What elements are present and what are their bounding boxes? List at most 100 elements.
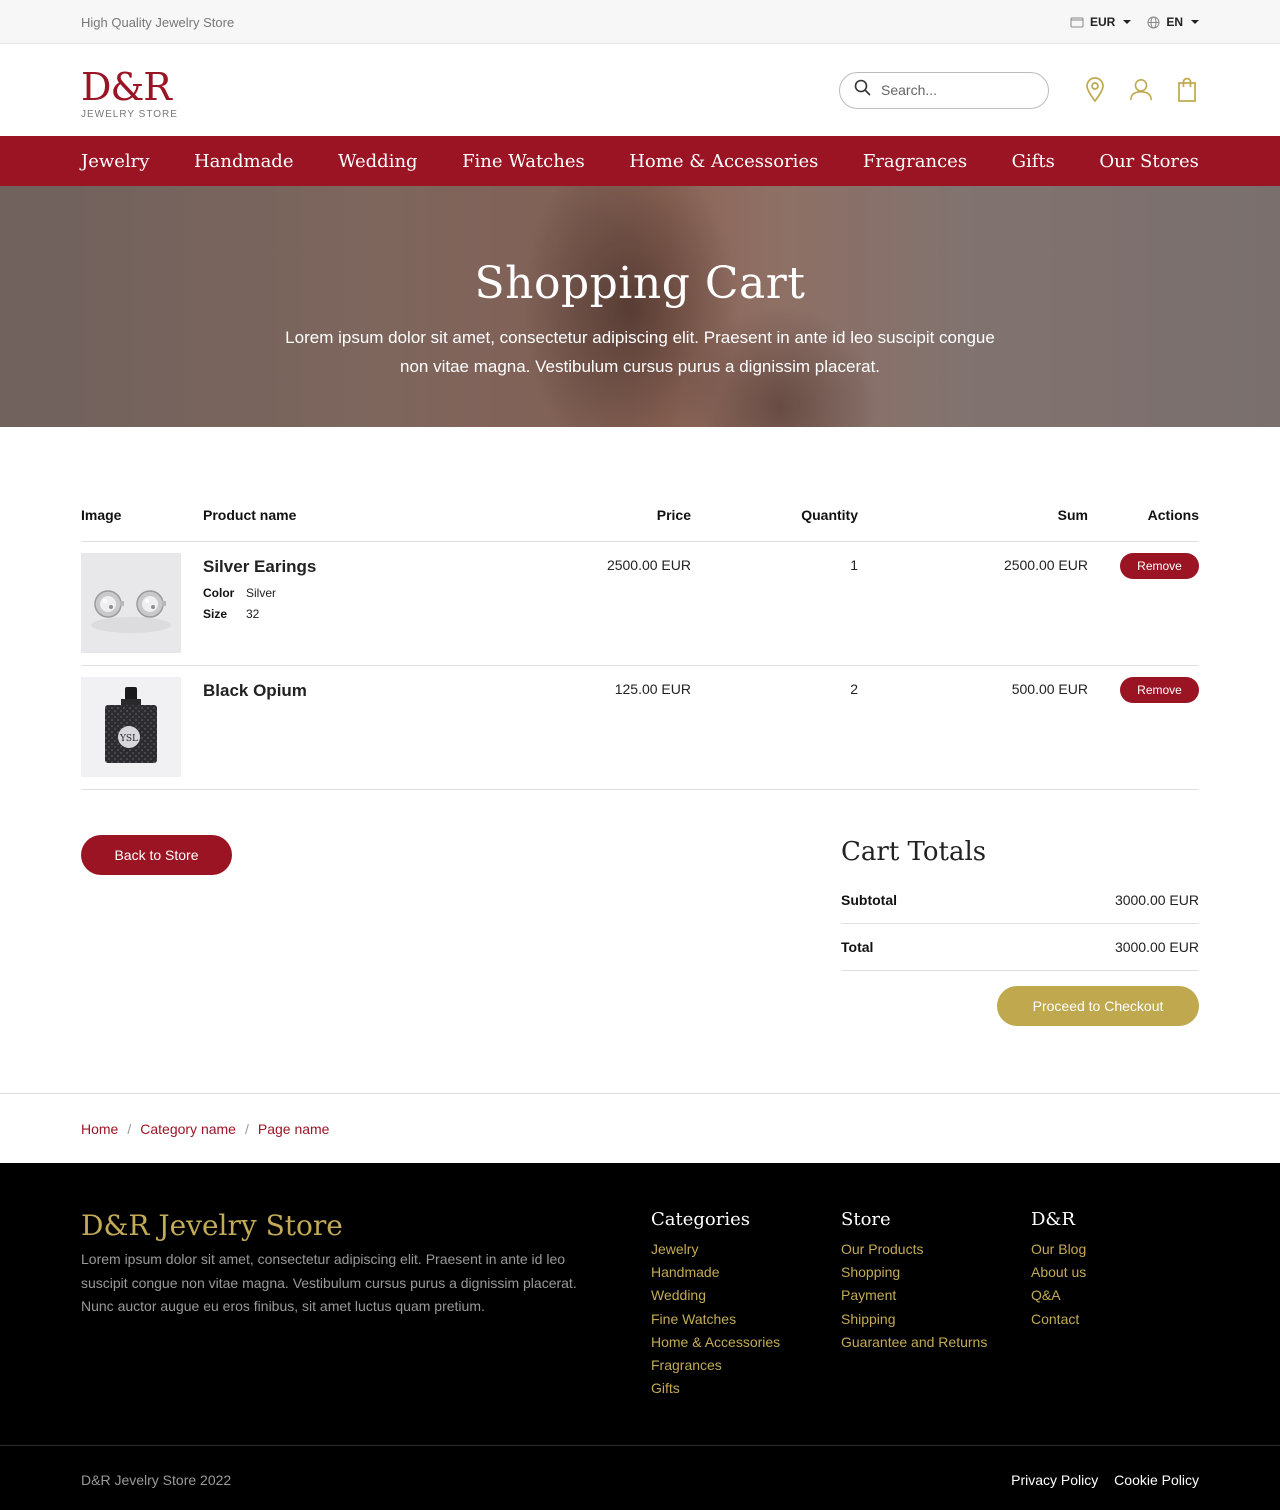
table-row: Silver Earings Color Silver Size 32 2500… bbox=[81, 542, 1199, 666]
footer-link[interactable]: About us bbox=[1031, 1261, 1199, 1284]
product-image-perfume[interactable]: YSL bbox=[81, 677, 181, 777]
hero-text: Lorem ipsum dolor sit amet, consectetur … bbox=[285, 328, 995, 376]
cart-totals-title: Cart Totals bbox=[841, 837, 987, 867]
cart-totals: Cart Totals Subtotal 3000.00 EUR Total 3… bbox=[841, 835, 1199, 1026]
currency-value: EUR bbox=[1089, 15, 1116, 29]
currency-selector[interactable]: EUR bbox=[1070, 15, 1132, 29]
subtotal-label: Subtotal bbox=[841, 892, 897, 908]
product-price: 125.00 EUR bbox=[614, 681, 691, 697]
store-logo[interactable]: D&R JEWELRY STORE bbox=[81, 61, 178, 120]
total-value: 3000.00 EUR bbox=[1114, 939, 1199, 955]
nav-item-gifts[interactable]: Gifts bbox=[1012, 151, 1055, 172]
nav-item-handmade[interactable]: Handmade bbox=[194, 151, 294, 172]
footer-column-title: Categories bbox=[651, 1209, 750, 1230]
shopping-bag-icon[interactable] bbox=[1175, 76, 1199, 104]
svg-text:YSL: YSL bbox=[119, 734, 138, 744]
breadcrumb-home[interactable]: Home bbox=[81, 1121, 118, 1137]
footer-link[interactable]: Shopping bbox=[841, 1261, 1031, 1284]
attribute-label: Size bbox=[203, 607, 228, 621]
header-image: Image bbox=[81, 507, 122, 523]
back-to-store-button[interactable]: Back to Store bbox=[81, 835, 232, 875]
language-value: EN bbox=[1166, 15, 1183, 29]
footer-link[interactable]: Gifts bbox=[651, 1377, 841, 1400]
user-icon[interactable] bbox=[1129, 76, 1153, 104]
nav-item-our-stores[interactable]: Our Stores bbox=[1099, 151, 1199, 172]
product-price: 2500.00 EUR bbox=[606, 557, 691, 573]
breadcrumb-separator: / bbox=[244, 1121, 249, 1137]
footer-link[interactable]: Contact bbox=[1031, 1308, 1199, 1331]
product-quantity[interactable]: 1 bbox=[691, 553, 858, 665]
footer-link[interactable]: Our Blog bbox=[1031, 1238, 1199, 1261]
footer-text: Lorem ipsum dolor sit amet, consectetur … bbox=[81, 1251, 577, 1314]
footer-link[interactable]: Shipping bbox=[841, 1308, 1031, 1331]
search-icon[interactable] bbox=[854, 79, 871, 101]
footer-link[interactable]: Jewelry bbox=[651, 1238, 841, 1261]
cart-table-header: Image Product name Price Quantity Sum Ac… bbox=[81, 507, 1199, 542]
subtotal-value: 3000.00 EUR bbox=[1114, 892, 1199, 908]
header-price: Price bbox=[656, 507, 691, 523]
breadcrumb-category[interactable]: Category name bbox=[140, 1121, 236, 1137]
footer-brand: D&R Jevelry Store bbox=[81, 1209, 343, 1242]
footer-link[interactable]: Home & Accessories bbox=[651, 1331, 841, 1354]
remove-button[interactable]: Remove bbox=[1120, 677, 1199, 703]
footer-link[interactable]: Q&A bbox=[1031, 1284, 1199, 1307]
cookie-policy-link[interactable]: Cookie Policy bbox=[1114, 1472, 1199, 1488]
page-title: Shopping Cart bbox=[474, 258, 806, 309]
chevron-down-icon bbox=[1191, 20, 1199, 24]
logo-subtitle: JEWELRY STORE bbox=[81, 108, 178, 120]
subtotal-row: Subtotal 3000.00 EUR bbox=[841, 877, 1199, 924]
product-attribute: Color Silver bbox=[203, 586, 483, 600]
header-sum: Sum bbox=[1057, 507, 1088, 523]
nav-item-wedding[interactable]: Wedding bbox=[338, 151, 418, 172]
footer-column-dr: D&R Our Blog About us Q&A Contact bbox=[1031, 1209, 1199, 1445]
hero-banner: Shopping Cart Lorem ipsum dolor sit amet… bbox=[0, 186, 1280, 427]
header-actions: Actions bbox=[1147, 507, 1199, 523]
header-product-name: Product name bbox=[203, 507, 297, 523]
store-tagline: High Quality Jewelry Store bbox=[81, 14, 235, 30]
location-pin-icon[interactable] bbox=[1083, 76, 1107, 104]
footer-link[interactable]: Fine Watches bbox=[651, 1308, 841, 1331]
footer-link[interactable]: Fragrances bbox=[651, 1354, 841, 1377]
product-image-earrings[interactable] bbox=[81, 553, 181, 653]
product-quantity[interactable]: 2 bbox=[691, 677, 858, 789]
breadcrumb-separator: / bbox=[127, 1121, 132, 1137]
total-row: Total 3000.00 EUR bbox=[841, 924, 1199, 971]
nav-item-jewelry[interactable]: Jewelry bbox=[81, 151, 149, 172]
chevron-down-icon bbox=[1123, 20, 1132, 24]
attribute-label: Color bbox=[203, 586, 235, 600]
language-selector[interactable]: EN bbox=[1147, 15, 1199, 29]
wallet-icon bbox=[1070, 16, 1084, 28]
nav-item-fragrances[interactable]: Fragrances bbox=[863, 151, 967, 172]
logo-mark: D&R bbox=[81, 64, 172, 109]
copyright: D&R Jevelry Store 2022 bbox=[81, 1472, 232, 1488]
product-sum: 2500.00 EUR bbox=[1003, 557, 1088, 573]
product-sum: 500.00 EUR bbox=[1011, 681, 1088, 697]
breadcrumb-page[interactable]: Page name bbox=[258, 1121, 330, 1137]
privacy-policy-link[interactable]: Privacy Policy bbox=[1011, 1472, 1098, 1488]
footer-link[interactable]: Our Products bbox=[841, 1238, 1031, 1261]
remove-button[interactable]: Remove bbox=[1120, 553, 1199, 579]
search-input[interactable] bbox=[881, 82, 1031, 98]
footer-column-title: D&R bbox=[1031, 1209, 1076, 1230]
footer-link[interactable]: Wedding bbox=[651, 1284, 841, 1307]
footer-link[interactable]: Payment bbox=[841, 1284, 1031, 1307]
site-header: D&R JEWELRY STORE bbox=[0, 44, 1280, 136]
product-name[interactable]: Black Opium bbox=[203, 681, 483, 701]
product-name[interactable]: Silver Earings bbox=[203, 557, 483, 577]
nav-item-fine-watches[interactable]: Fine Watches bbox=[462, 151, 585, 172]
attribute-value: Silver bbox=[246, 586, 277, 600]
total-label: Total bbox=[841, 939, 874, 955]
header-quantity: Quantity bbox=[801, 507, 858, 523]
table-row: YSL Black Opium 125.00 EUR 2 500.00 EUR … bbox=[81, 666, 1199, 790]
search-box[interactable] bbox=[839, 71, 1049, 109]
site-footer: D&R Jevelry Store Lorem ipsum dolor sit … bbox=[0, 1163, 1280, 1510]
attribute-value: 32 bbox=[246, 607, 260, 621]
footer-bottom-bar: D&R Jevelry Store 2022 Privacy Policy Co… bbox=[0, 1445, 1280, 1510]
footer-link[interactable]: Handmade bbox=[651, 1261, 841, 1284]
globe-icon bbox=[1147, 16, 1160, 29]
footer-link[interactable]: Guarantee and Returns bbox=[841, 1331, 1031, 1354]
nav-item-home-accessories[interactable]: Home & Accessories bbox=[629, 151, 818, 172]
footer-column-categories: Categories Jewelry Handmade Wedding Fine… bbox=[651, 1209, 841, 1445]
product-attribute: Size 32 bbox=[203, 607, 483, 621]
proceed-to-checkout-button[interactable]: Proceed to Checkout bbox=[997, 986, 1199, 1026]
